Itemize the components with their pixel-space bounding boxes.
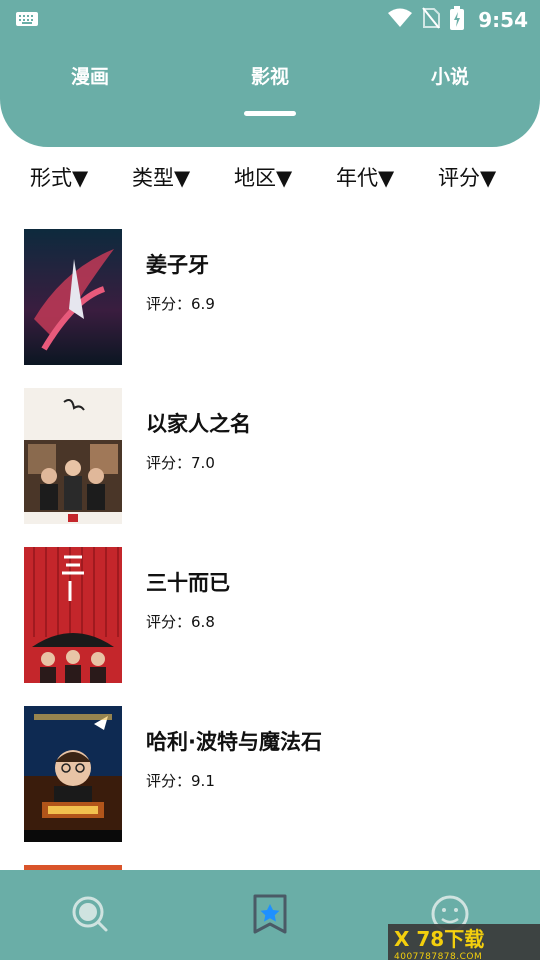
item-rating: 评分：6.9: [146, 295, 215, 313]
poster-image: [24, 388, 122, 524]
item-title: 哈利·波特与魔法石: [146, 730, 322, 754]
filter-genre[interactable]: 类型▼: [132, 162, 190, 192]
top-header: 9:54 漫画 影视 小说: [0, 0, 540, 147]
keyboard-icon: [16, 11, 38, 30]
status-clock: 9:54: [478, 8, 528, 32]
search-icon: [68, 896, 112, 940]
list-item[interactable]: 哈利·波特与魔法石 评分：9.1: [0, 706, 540, 842]
search-nav-button[interactable]: [68, 892, 112, 936]
filter-era[interactable]: 年代▼: [336, 162, 394, 192]
list-item[interactable]: 以家人之名 评分：7.0: [0, 388, 540, 524]
poster-image: [24, 706, 122, 842]
bookmark-nav-button[interactable]: [248, 892, 292, 936]
no-sim-icon: [422, 7, 441, 33]
item-rating: 评分：6.8: [146, 613, 215, 631]
item-title: 三十而已: [146, 571, 230, 595]
list-item[interactable]: 三十而已 评分：6.8: [0, 547, 540, 683]
watermark: X 78下载 4007787878.COM: [388, 924, 540, 962]
filter-region[interactable]: 地区▼: [234, 162, 292, 192]
category-tabs: 漫画 影视 小说: [0, 62, 540, 116]
list-item[interactable]: 姜子牙 评分：6.9: [0, 229, 540, 365]
item-rating: 评分：9.1: [146, 772, 215, 790]
battery-charging-icon: [450, 6, 465, 34]
wifi-icon: [388, 8, 413, 32]
tab-comics[interactable]: 漫画: [30, 62, 150, 89]
filter-format[interactable]: 形式▼: [30, 162, 88, 192]
tab-film-tv[interactable]: 影视: [210, 62, 330, 89]
item-rating: 评分：7.0: [146, 454, 215, 472]
tab-novels[interactable]: 小说: [390, 62, 510, 89]
status-bar: 9:54: [0, 0, 540, 36]
item-title: 以家人之名: [146, 412, 251, 436]
filter-bar: 形式▼ 类型▼ 地区▼ 年代▼ 评分▼: [0, 162, 540, 196]
poster-image: [24, 547, 122, 683]
bookmark-star-icon: [248, 894, 292, 940]
tab-indicator: [244, 111, 296, 116]
filter-rating[interactable]: 评分▼: [438, 162, 496, 192]
poster-image: [24, 229, 122, 365]
item-title: 姜子牙: [146, 253, 209, 277]
